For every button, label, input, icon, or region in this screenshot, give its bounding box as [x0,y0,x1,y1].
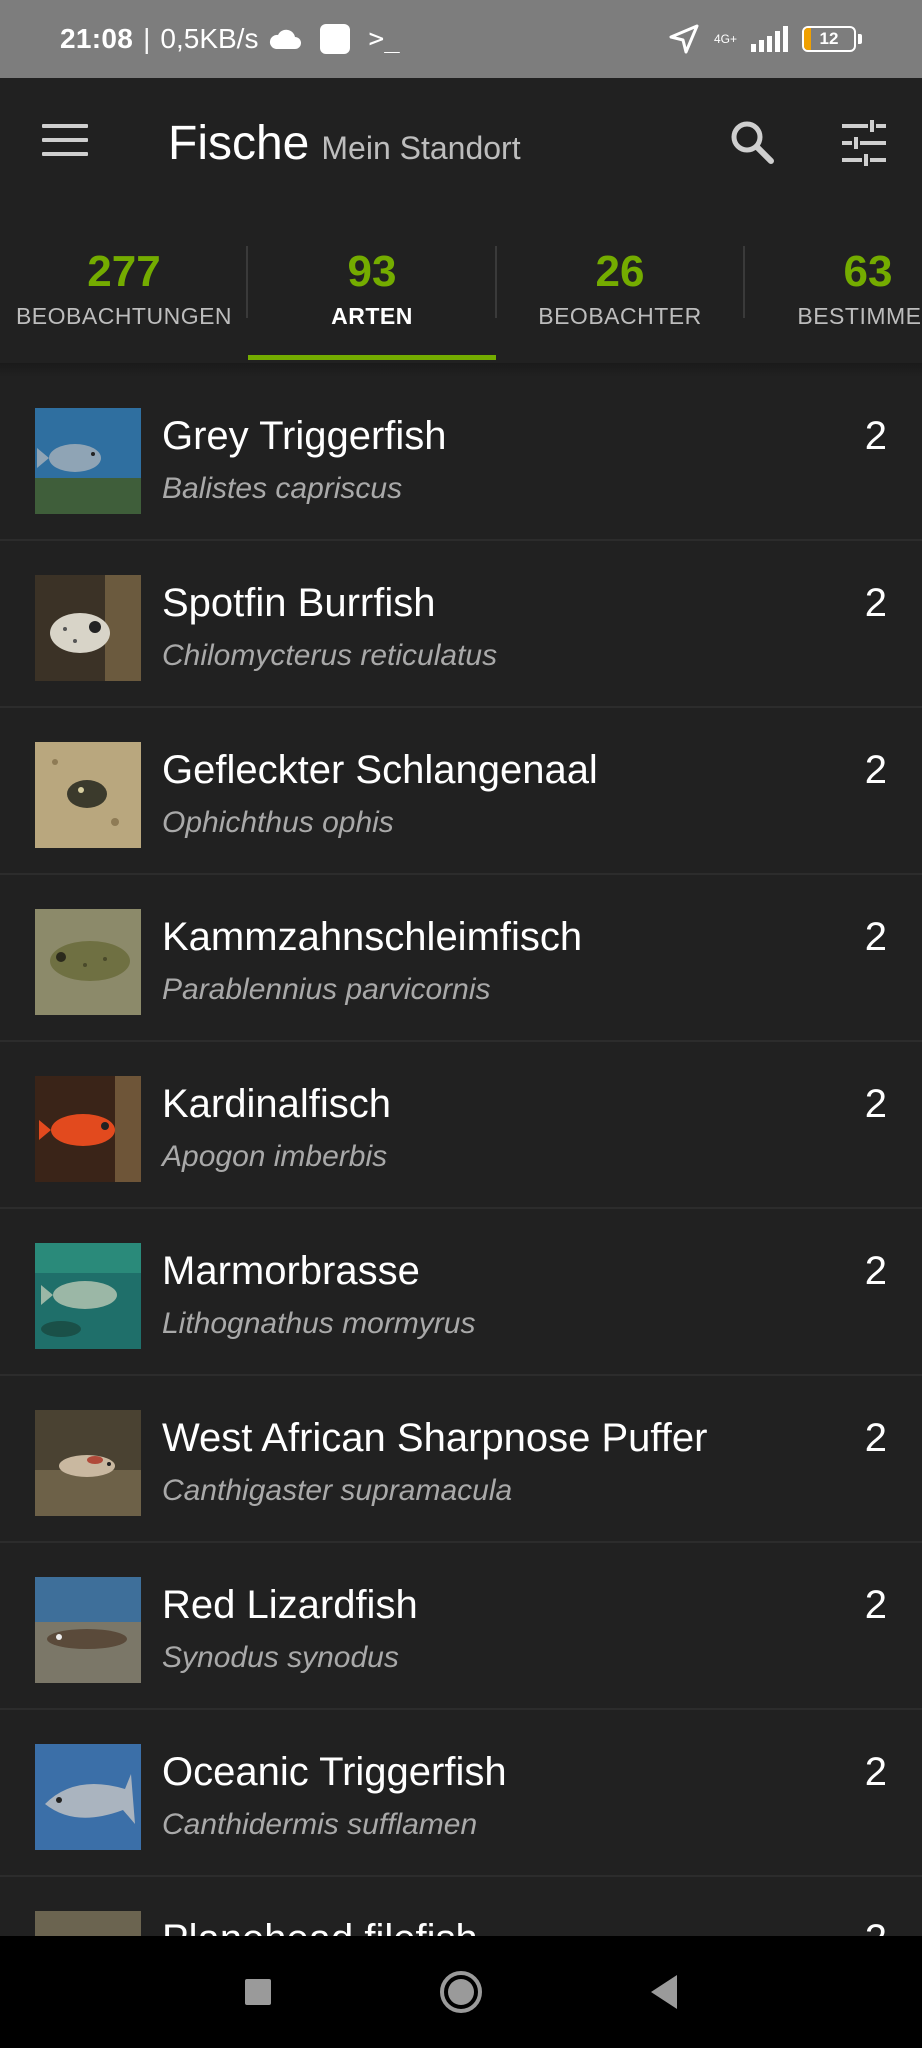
terminal-icon: >_ [368,24,400,54]
status-left: 21:08 | 0,5KB/s >_ [60,23,400,55]
species-photo [35,742,141,848]
species-common-name: Kammzahnschleimfisch [162,915,583,959]
species-scientific-name: Ophichthus ophis [162,806,394,839]
tab-label: BEOBACHTUNGEN [15,303,233,329]
species-count: 2 [865,1917,887,1936]
species-photo [35,1410,141,1516]
list-item[interactable]: Oceanic Triggerfish Canthidermis sufflam… [0,1710,922,1877]
species-list: Grey Triggerfish Balistes capriscus 2 Sp… [0,374,922,1936]
species-common-name: Kardinalfisch [162,1082,392,1126]
signal-icon [751,26,788,52]
species-count: 2 [864,1750,887,1794]
list-item[interactable]: Kardinalfisch Apogon imberbis 2 [0,1042,922,1209]
page-title: Fische [168,117,310,170]
tab-count: 63 [843,247,893,296]
species-count: 2 [864,581,887,625]
species-photo [35,1577,141,1683]
species-scientific-name: Lithognathus mormyrus [162,1307,476,1340]
species-scientific-name: Parablennius parvicornis [162,973,491,1006]
status-right: 4G+ 12 [668,23,862,55]
species-photo [35,1744,141,1850]
battery-icon: 12 [802,26,856,52]
battery-level: 12 [819,29,839,48]
notification-square-icon [320,24,351,54]
app-bar: Fische Mein Standort [0,78,922,213]
species-scientific-name: Balistes capriscus [162,472,403,505]
list-item[interactable]: West African Sharpnose Puffer Canthigast… [0,1376,922,1543]
tab-observers[interactable]: 26 BEOBACHTER [496,213,744,363]
status-separator: | [143,23,151,54]
tab-identifiers[interactable]: 63 BESTIMMER [744,213,922,363]
status-time: 21:08 [60,23,134,54]
network-type-label: 4G+ [713,32,737,46]
species-scientific-name: Canthidermis sufflamen [162,1808,478,1841]
species-common-name: West African Sharpnose Puffer [162,1416,708,1460]
species-count: 2 [864,414,887,458]
battery-tip [858,34,862,44]
system-nav-bar [0,1936,922,2048]
tab-label: BESTIMMER [797,303,922,329]
tab-count: 26 [595,247,645,296]
species-count: 2 [864,1416,887,1460]
species-common-name: Planehead filefish [162,1917,478,1936]
location-arrow-icon [669,24,699,54]
filter-sliders-icon[interactable] [838,118,890,168]
species-scientific-name: Canthigaster supramacula [162,1474,513,1507]
menu-icon[interactable] [42,124,88,160]
list-item[interactable]: Planehead filefish 2 [0,1877,922,1936]
list-item[interactable]: Kammzahnschleimfisch Parablennius parvic… [0,875,922,1042]
species-common-name: Grey Triggerfish [162,414,447,458]
species-photo [35,1243,141,1349]
species-common-name: Red Lizardfish [162,1583,418,1627]
species-scientific-name: Chilomycterus reticulatus [162,639,498,672]
species-count: 2 [864,748,887,792]
species-common-name: Marmorbrasse [162,1249,420,1293]
stats-tabs: 277 BEOBACHTUNGEN 93 ARTEN 26 BEOBACHTER… [0,213,922,363]
species-photo [35,408,141,514]
species-photo [35,1911,141,1936]
title-group: Fische Mein Standort [168,116,521,171]
home-circle-icon[interactable] [433,1964,489,2020]
active-tab-indicator [248,355,496,360]
species-common-name: Spotfin Burrfish [162,581,436,625]
tab-label: BEOBACHTER [538,303,702,329]
recents-square-icon[interactable] [230,1964,286,2020]
page-subtitle: Mein Standort [321,130,521,166]
species-photo [35,1076,141,1182]
status-network-speed: 0,5KB/s [160,23,259,54]
species-scientific-name: Synodus synodus [162,1641,399,1674]
species-common-name: Oceanic Triggerfish [162,1750,507,1794]
back-triangle-icon[interactable] [636,1964,692,2020]
species-count: 2 [864,1082,887,1126]
tab-label: ARTEN [331,303,413,329]
status-bar: 21:08 | 0,5KB/s >_ 4G+ 12 [0,0,922,78]
species-count: 2 [864,1249,887,1293]
list-item[interactable]: Gefleckter Schlangenaal Ophichthus ophis… [0,708,922,875]
cloud-icon [270,29,302,49]
tab-count: 93 [347,247,397,296]
list-item[interactable]: Spotfin Burrfish Chilomycterus reticulat… [0,541,922,708]
search-icon[interactable] [728,118,776,166]
tab-species[interactable]: 93 ARTEN [248,213,496,363]
list-item[interactable]: Marmorbrasse Lithognathus mormyrus 2 [0,1209,922,1376]
species-common-name: Gefleckter Schlangenaal [162,748,598,792]
list-item[interactable]: Red Lizardfish Synodus synodus 2 [0,1543,922,1710]
species-count: 2 [864,915,887,959]
species-photo [35,909,141,1015]
species-count: 2 [864,1583,887,1627]
tab-count: 277 [87,247,161,296]
species-scientific-name: Apogon imberbis [162,1140,388,1173]
tab-observations[interactable]: 277 BEOBACHTUNGEN [0,213,248,363]
species-photo [35,575,141,681]
list-item[interactable]: Grey Triggerfish Balistes capriscus 2 [0,374,922,541]
